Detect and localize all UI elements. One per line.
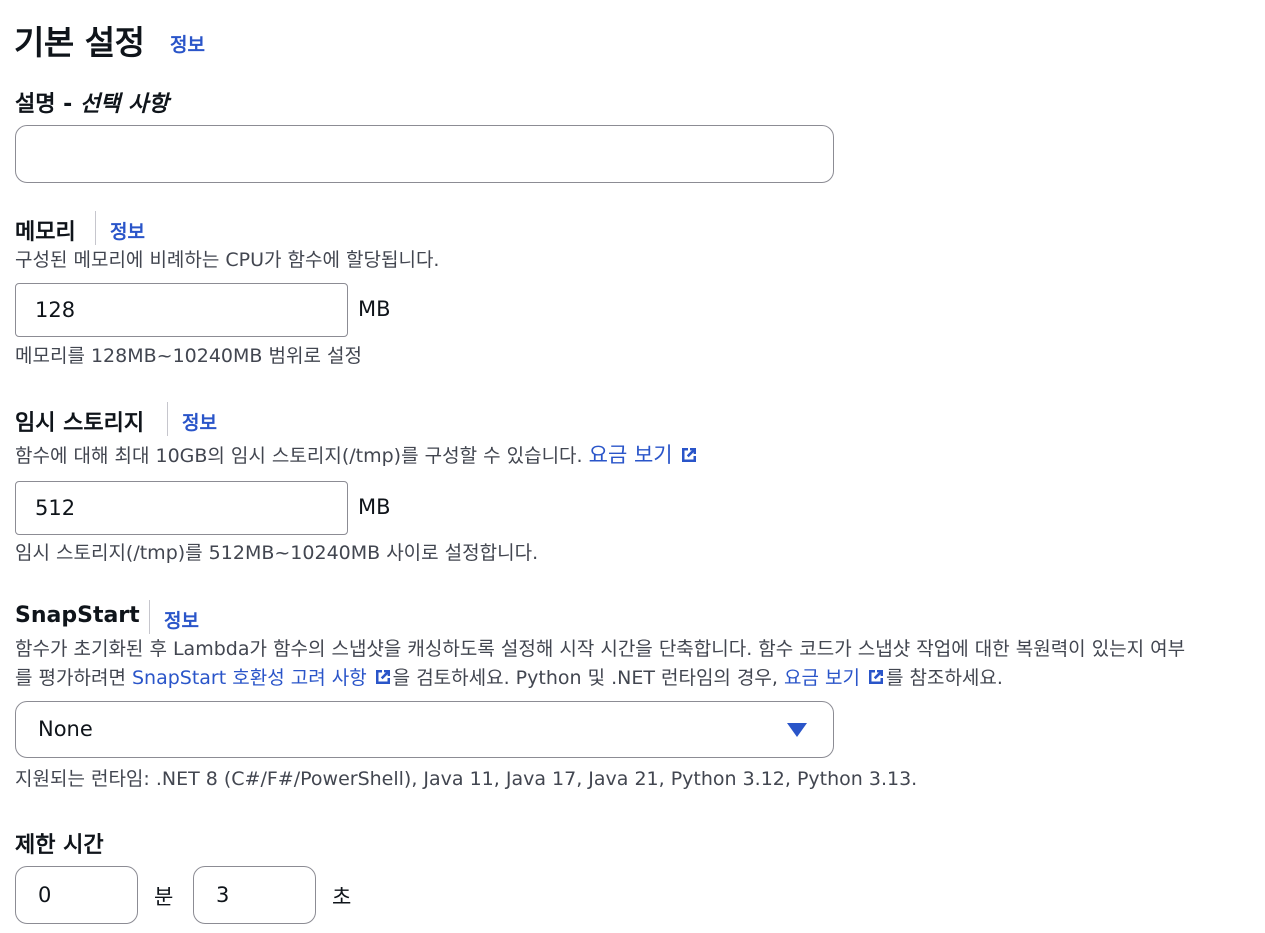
snapstart-pricing-link[interactable]: 요금 보기	[784, 667, 886, 689]
memory-label-divider	[95, 211, 96, 245]
ephemeral-storage-description: 함수에 대해 최대 10GB의 임시 스토리지(/tmp)를 구성할 수 있습니…	[15, 445, 583, 467]
timeout-minutes-unit: 분	[154, 885, 174, 909]
snapstart-description-post: 를 참조하세요.	[885, 667, 1003, 689]
memory-description: 구성된 메모리에 비례하는 CPU가 함수에 할당됩니다.	[15, 249, 440, 271]
snapstart-compat-link-text: SnapStart 호환성 고려 사항	[131, 667, 367, 689]
snapstart-info-link[interactable]: 정보	[164, 606, 199, 633]
header-info-link[interactable]: 정보	[170, 30, 205, 57]
description-label-separator: -	[55, 92, 80, 117]
ephemeral-storage-label-divider	[167, 402, 168, 436]
timeout-label: 제한 시간	[15, 833, 104, 858]
description-label-text: 설명	[15, 92, 56, 117]
snapstart-description-line1: 함수가 초기화된 후 Lambda가 함수의 스냅샷을 캐싱하도록 설정해 시작…	[15, 638, 1186, 660]
ephemeral-storage-pricing-link-text: 요금 보기	[588, 443, 673, 467]
ephemeral-storage-pricing-link[interactable]: 요금 보기	[589, 443, 699, 467]
snapstart-label: SnapStart	[15, 603, 140, 628]
snapstart-description-line2: 를 평가하려면 SnapStart 호환성 고려 사항 을 검토하세요. Pyth…	[15, 664, 1003, 693]
external-link-icon	[681, 448, 696, 462]
snapstart-label-divider	[149, 600, 150, 634]
description-input[interactable]	[15, 125, 834, 183]
timeout-seconds-unit: 초	[332, 885, 352, 909]
memory-input[interactable]	[15, 283, 348, 337]
timeout-minutes-input[interactable]	[15, 866, 138, 924]
snapstart-supported-runtimes: 지원되는 런타임: .NET 8 (C#/F#/PowerShell), Jav…	[15, 768, 918, 790]
ephemeral-storage-info-link[interactable]: 정보	[182, 408, 217, 435]
snapstart-select[interactable]: None	[15, 701, 834, 758]
snapstart-selected-value: None	[38, 717, 93, 741]
description-label-optional: 선택 사항	[79, 92, 169, 117]
memory-constraint: 메모리를 128MB~10240MB 범위로 설정	[15, 345, 362, 367]
ephemeral-storage-constraint: 임시 스토리지(/tmp)를 512MB~10240MB 사이로 설정합니다.	[15, 542, 539, 564]
ephemeral-storage-unit: MB	[358, 495, 391, 519]
ephemeral-storage-label: 임시 스토리지	[15, 411, 145, 436]
page-title: 기본 설정	[14, 23, 145, 62]
caret-down-icon	[787, 723, 807, 737]
memory-label: 메모리	[15, 220, 76, 245]
ephemeral-storage-input[interactable]	[15, 481, 348, 535]
ephemeral-storage-description-line: 함수에 대해 최대 10GB의 임시 스토리지(/tmp)를 구성할 수 있습니…	[15, 441, 699, 471]
memory-unit: MB	[358, 297, 391, 321]
memory-info-link[interactable]: 정보	[110, 217, 145, 244]
description-label: 설명 - 선택 사항	[15, 86, 169, 118]
timeout-seconds-input[interactable]	[193, 866, 316, 924]
snapstart-pricing-link-text: 요금 보기	[784, 667, 860, 689]
snapstart-compat-link[interactable]: SnapStart 호환성 고려 사항	[132, 667, 393, 689]
external-link-icon	[375, 670, 390, 684]
external-link-icon	[868, 670, 883, 684]
snapstart-description-pre: 를 평가하려면	[15, 667, 132, 689]
snapstart-description-mid: 을 검토하세요. Python 및 .NET 런타임의 경우,	[392, 667, 784, 689]
